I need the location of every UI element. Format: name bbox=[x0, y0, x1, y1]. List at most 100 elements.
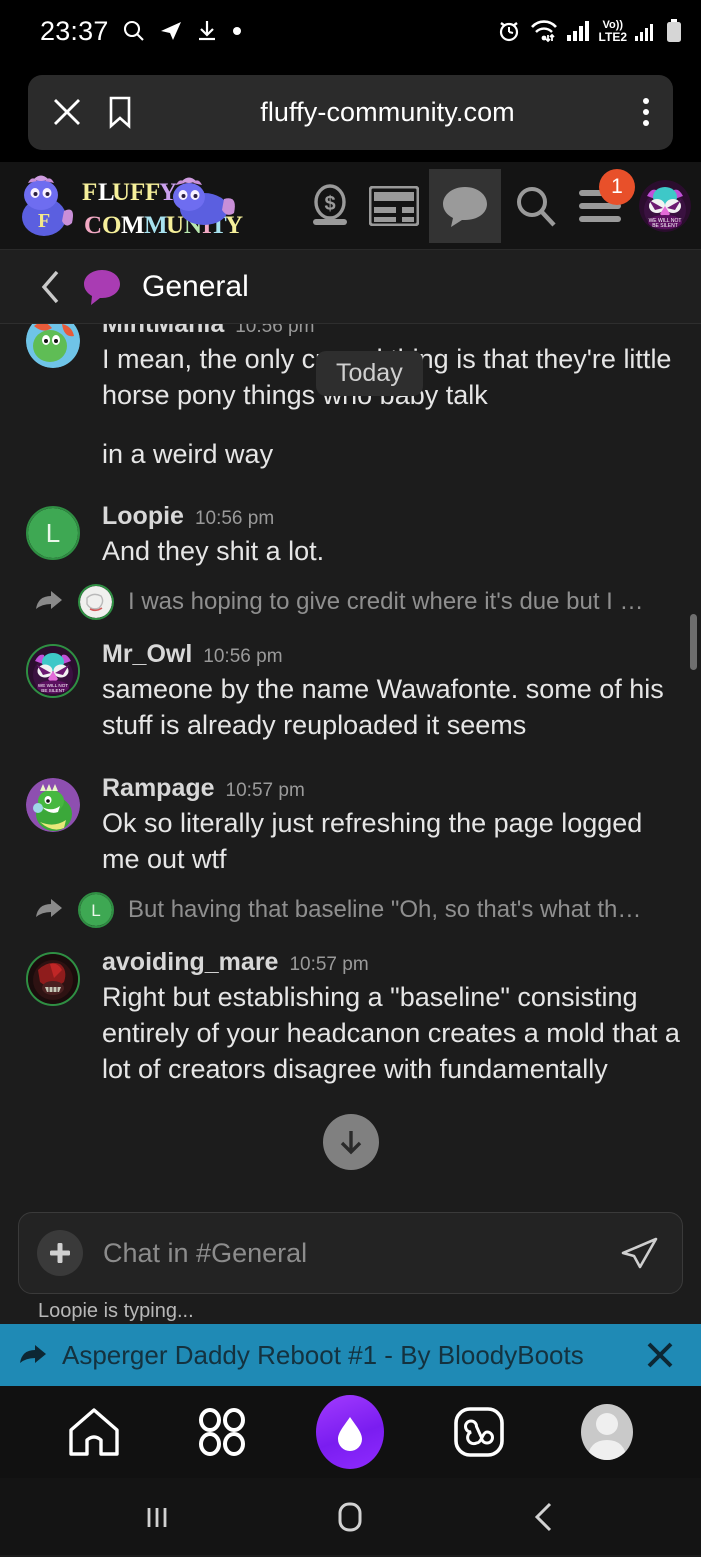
home-icon bbox=[69, 1408, 119, 1456]
svg-text:C: C bbox=[84, 212, 102, 239]
chat-input-row[interactable]: Chat in #General bbox=[18, 1212, 683, 1294]
avoidingmare-avatar[interactable] bbox=[26, 951, 80, 1006]
grid-icon bbox=[199, 1408, 246, 1456]
menu-icon[interactable]: 1 bbox=[571, 168, 635, 241]
message-time: 10:56 pm bbox=[194, 508, 275, 530]
mrowl-avatar[interactable]: WE WILL NOT BE SILENT bbox=[26, 643, 80, 698]
bookmark-icon[interactable] bbox=[106, 95, 134, 129]
message-paragraph: sameone by the name Wawafonte. some of h… bbox=[102, 673, 664, 741]
reply-reference[interactable]: L But having that baseline "Oh, so that'… bbox=[0, 878, 701, 938]
chat-bubble-icon bbox=[84, 269, 120, 305]
download-icon bbox=[198, 21, 215, 41]
user-avatar[interactable]: WE WILL NOT BE SILENT bbox=[639, 179, 691, 232]
share-arrow-icon bbox=[20, 1345, 46, 1363]
volte-icon: Vo)) LTE2 bbox=[598, 18, 627, 44]
svg-text:F: F bbox=[130, 179, 145, 206]
message-header: MintMania 10:56 pm bbox=[102, 324, 683, 339]
droplet-icon[interactable] bbox=[316, 1395, 385, 1469]
plus-icon[interactable] bbox=[37, 1230, 83, 1276]
banner-text[interactable]: Asperger Daddy Reboot #1 - By BloodyBoot… bbox=[62, 1340, 631, 1371]
message-body: Loopie 10:56 pm And they shit a lot. bbox=[80, 502, 683, 569]
home-button[interactable] bbox=[305, 1487, 395, 1547]
message-author[interactable]: Loopie bbox=[102, 502, 184, 531]
signal-icon bbox=[566, 21, 589, 41]
svg-text:L: L bbox=[46, 518, 60, 548]
person-icon[interactable] bbox=[580, 1404, 633, 1460]
back-chevron-icon[interactable] bbox=[40, 269, 62, 305]
svg-text:U: U bbox=[112, 179, 130, 206]
status-bar-left: 23:37 bbox=[40, 16, 243, 47]
url-bar[interactable]: fluffy-community.com bbox=[28, 74, 673, 150]
svg-text:M: M bbox=[144, 212, 168, 239]
message-paragraph: Ok so literally just refreshing the page… bbox=[102, 807, 643, 875]
home-square-icon bbox=[338, 1502, 362, 1531]
svg-text:$: $ bbox=[324, 193, 335, 215]
message-time: 10:57 pm bbox=[289, 953, 369, 975]
recents-button[interactable] bbox=[112, 1487, 202, 1547]
message-list[interactable]: Today MintMania 10:56 pm I mean, the onl… bbox=[0, 324, 701, 1194]
status-time: 23:37 bbox=[40, 15, 109, 46]
status-bar-right: Vo)) LTE2 bbox=[496, 18, 683, 44]
sketch-avatar[interactable] bbox=[78, 583, 114, 620]
more-options-icon[interactable] bbox=[641, 95, 651, 129]
site-logo[interactable]: F F L U F F Y C O M M U N I T Y bbox=[8, 169, 258, 243]
message-author[interactable]: MintMania bbox=[102, 324, 224, 339]
search-icon[interactable] bbox=[507, 171, 565, 241]
alarm-icon bbox=[499, 22, 518, 42]
close-icon[interactable] bbox=[50, 95, 84, 129]
donate-icon[interactable]: $ bbox=[301, 171, 359, 241]
svg-text:L: L bbox=[91, 901, 100, 920]
message-text: sameone by the name Wawafonte. some of h… bbox=[102, 671, 683, 744]
cards-icon[interactable] bbox=[365, 171, 423, 241]
header-icons: $ 1 WE WILL NOT BE SILENT bbox=[258, 168, 691, 243]
svg-text:BE SILENT: BE SILENT bbox=[652, 223, 678, 229]
message-text: Right but establishing a "baseline" cons… bbox=[102, 979, 683, 1088]
message-item[interactable]: WE WILL NOT BE SILENT Mr_Owl 10:56 pm sa… bbox=[0, 636, 701, 744]
message-text: And they shit a lot. bbox=[102, 533, 683, 569]
nav-loops[interactable] bbox=[439, 1394, 519, 1470]
search-icon bbox=[123, 20, 144, 41]
bottom-navigation bbox=[0, 1386, 701, 1478]
message-paragraph: And they shit a lot. bbox=[102, 536, 325, 567]
nav-apps[interactable] bbox=[182, 1394, 262, 1470]
message-header: Mr_Owl 10:56 pm bbox=[102, 640, 683, 669]
back-button[interactable] bbox=[499, 1487, 589, 1547]
date-divider: Today bbox=[316, 351, 423, 396]
message-item[interactable]: avoiding_mare 10:57 pm Right but establi… bbox=[0, 944, 701, 1088]
message-header: avoiding_mare 10:57 pm bbox=[102, 948, 683, 977]
signal2-icon bbox=[635, 24, 653, 41]
loopie-avatar[interactable]: L bbox=[78, 891, 114, 928]
message-body: Rampage 10:57 pm Ok so literally just re… bbox=[80, 774, 683, 878]
message-body: MintMania 10:56 pm I mean, the only curs… bbox=[80, 324, 683, 472]
loopie-avatar[interactable]: L bbox=[26, 506, 80, 561]
android-navigation bbox=[0, 1478, 701, 1555]
scroll-down-icon[interactable] bbox=[323, 1114, 379, 1170]
rampage-avatar[interactable] bbox=[26, 777, 80, 832]
search-input[interactable]: Chat in #General bbox=[103, 1238, 600, 1269]
notification-banner[interactable]: Asperger Daddy Reboot #1 - By BloodyBoot… bbox=[0, 1324, 701, 1386]
message-item[interactable]: Rampage 10:57 pm Ok so literally just re… bbox=[0, 770, 701, 878]
composer: Chat in #General Loopie is typing... bbox=[0, 1194, 701, 1324]
url-text[interactable]: fluffy-community.com bbox=[156, 97, 619, 128]
message-author[interactable]: avoiding_mare bbox=[102, 948, 278, 977]
message-item[interactable]: MintMania 10:56 pm I mean, the only curs… bbox=[0, 324, 701, 472]
send-icon[interactable] bbox=[620, 1236, 658, 1270]
reply-quote-text: I was hoping to give credit where it's d… bbox=[128, 587, 648, 615]
close-icon[interactable] bbox=[645, 1340, 675, 1370]
mintmania-avatar[interactable] bbox=[26, 324, 80, 368]
status-bar: 23:37 Vo)) LTE2 bbox=[0, 0, 701, 62]
message-author[interactable]: Rampage bbox=[102, 774, 215, 803]
nav-home[interactable] bbox=[54, 1394, 134, 1470]
message-item[interactable]: L Loopie 10:56 pm And they shit a lot. bbox=[0, 498, 701, 569]
svg-text:F: F bbox=[145, 179, 160, 206]
message-author[interactable]: Mr_Owl bbox=[102, 640, 192, 669]
message-body: avoiding_mare 10:57 pm Right but establi… bbox=[80, 948, 683, 1088]
nav-create[interactable] bbox=[310, 1394, 390, 1470]
reply-reference[interactable]: I was hoping to give credit where it's d… bbox=[0, 570, 701, 630]
dot-icon bbox=[232, 27, 241, 35]
nav-profile[interactable] bbox=[567, 1394, 647, 1470]
battery-icon bbox=[667, 19, 681, 42]
reply-quote-text: But having that baseline "Oh, so that's … bbox=[128, 895, 648, 923]
chat-icon[interactable] bbox=[429, 168, 501, 243]
message-time: 10:56 pm bbox=[235, 324, 315, 337]
